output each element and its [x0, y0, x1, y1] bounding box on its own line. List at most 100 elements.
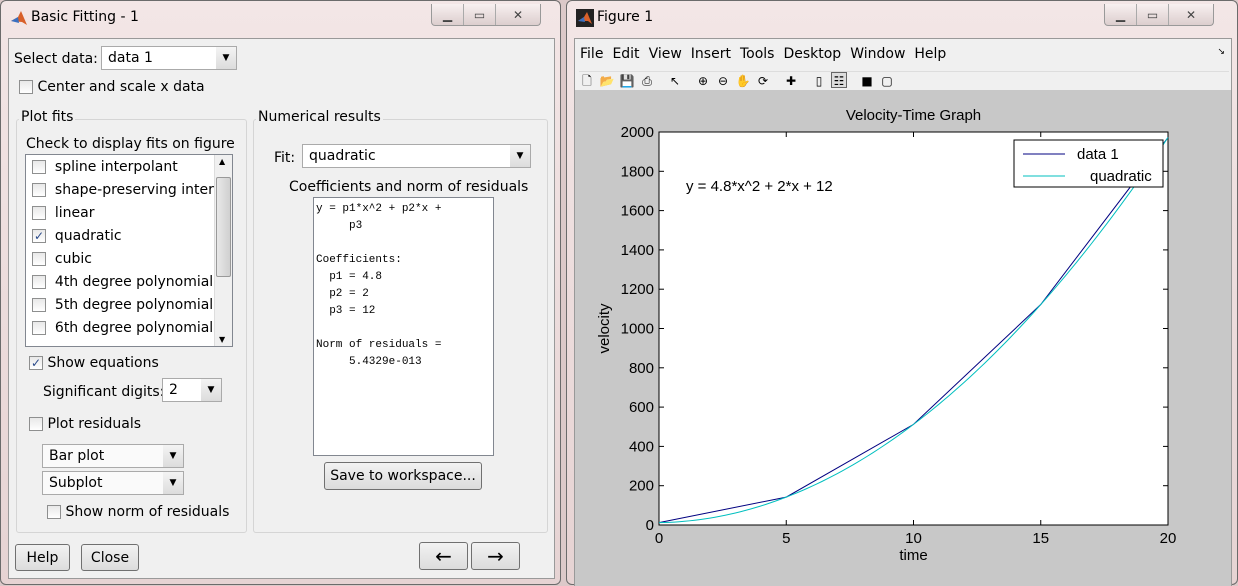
plot-fits-title: Plot fits — [19, 109, 76, 125]
figure-content: File Edit View Insert Tools Desktop Window Help… — [574, 38, 1232, 586]
sig-digits-dropdown[interactable]: 2 ▼ — [162, 378, 222, 402]
show-norm-checkbox[interactable]: Show norm of residuals — [47, 504, 229, 520]
open-folder-icon[interactable]: 📂 — [599, 73, 615, 89]
fit-option-label: spline interpolant — [54, 158, 178, 175]
colorbar-icon[interactable]: ▯ — [811, 73, 827, 89]
pan-hand-icon[interactable]: ✋ — [735, 73, 751, 89]
fit-option-cubic[interactable]: cubic — [26, 247, 232, 270]
legend-icon[interactable]: ☷ — [831, 72, 847, 88]
fit-option-6th-degree-polynomial[interactable]: 6th degree polynomial — [26, 316, 232, 339]
fit-option-label: linear — [54, 204, 95, 221]
fit-option-label: 5th degree polynomial — [54, 296, 214, 313]
checkbox-icon — [32, 159, 46, 174]
fits-instruction: Check to display fits on figure — [26, 136, 235, 152]
checkmark-icon: ✓ — [29, 356, 43, 370]
close-button[interactable]: Close — [81, 544, 139, 571]
rotate-3d-icon[interactable]: ⟳ — [755, 73, 771, 89]
show-plot-tools-icon[interactable]: ▢ — [879, 73, 895, 89]
residual-plot-type-dropdown[interactable]: Bar plot ▼ — [42, 444, 184, 468]
menu-bar: File Edit View Insert Tools Desktop Window Help — [580, 46, 955, 62]
x-tick-label: 10 — [905, 530, 922, 547]
plot-residuals-label: Plot residuals — [47, 416, 142, 432]
scroll-thumb[interactable] — [216, 177, 231, 277]
maximize-button[interactable]: ▭ — [1137, 4, 1169, 25]
back-arrow-button[interactable]: ← — [419, 542, 468, 570]
x-axis-label: time — [899, 547, 927, 564]
close-window-button[interactable]: ✕ — [1169, 4, 1213, 25]
window-controls: ▁ ▭ ✕ — [431, 4, 541, 26]
y-tick-label: 800 — [629, 360, 654, 377]
fit-option-shape-preserving-inter[interactable]: shape-preserving inter... — [26, 178, 232, 201]
menu-desktop[interactable]: Desktop — [783, 46, 841, 62]
x-tick-label: 5 — [782, 530, 790, 547]
show-norm-label: Show norm of residuals — [65, 504, 230, 520]
chevron-down-icon: ▼ — [201, 379, 221, 401]
figure-window: Figure 1 ▁ ▭ ✕ File Edit View Insert Tools Desk… — [566, 0, 1238, 586]
residual-location-value: Subplot — [49, 475, 103, 491]
fit-option-4th-degree-polynomial[interactable]: 4th degree polynomial — [26, 270, 232, 293]
checkbox-icon — [32, 251, 46, 266]
menu-insert[interactable]: Insert — [691, 46, 731, 62]
minimize-button[interactable]: ▁ — [432, 4, 464, 25]
minimize-button[interactable]: ▁ — [1105, 4, 1137, 25]
menu-file[interactable]: File — [580, 46, 603, 62]
menu-edit[interactable]: Edit — [612, 46, 639, 62]
scroll-down-icon[interactable]: ▼ — [219, 335, 225, 344]
menu-window[interactable]: Window — [850, 46, 905, 62]
x-tick-label: 15 — [1032, 530, 1049, 547]
save-to-workspace-button[interactable]: Save to workspace... — [324, 462, 482, 490]
chart: 0 5 10 15 2002004006008001000120014001600180… — [596, 107, 1176, 564]
plot-residuals-checkbox[interactable]: Plot residuals — [29, 416, 141, 432]
fit-option-5th-degree-polynomial[interactable]: 5th degree polynomial — [26, 293, 232, 316]
chevron-down-icon: ▼ — [163, 472, 183, 494]
zoom-in-icon[interactable]: ⊕ — [695, 73, 711, 89]
select-data-label: Select data: — [14, 51, 98, 67]
close-window-button[interactable]: ✕ — [496, 4, 540, 25]
maximize-button[interactable]: ▭ — [464, 4, 496, 25]
x-tick-label: 0 — [655, 530, 663, 547]
center-scale-label: Center and scale x data — [37, 79, 205, 95]
zoom-out-icon[interactable]: ⊖ — [715, 73, 731, 89]
print-icon[interactable]: ⎙ — [639, 73, 655, 89]
y-tick-label: 0 — [646, 517, 654, 534]
fit-option-spline-interpolant[interactable]: spline interpolant — [26, 155, 232, 178]
numerical-results-title: Numerical results — [256, 109, 383, 125]
fits-list[interactable]: spline interpolant shape-preserving inte… — [25, 154, 233, 347]
y-tick-label: 1600 — [621, 203, 654, 220]
window-title: Figure 1 — [597, 9, 654, 25]
window-title: Basic Fitting - 1 — [31, 9, 139, 25]
data-cursor-icon[interactable]: ✚ — [783, 73, 799, 89]
chart-title: Velocity-Time Graph — [846, 107, 981, 124]
checkbox-icon — [32, 274, 46, 289]
forward-arrow-button[interactable]: → — [471, 542, 520, 570]
basic-fitting-window: Basic Fitting - 1 ▁ ▭ ✕ Select data: data … — [0, 0, 561, 585]
fits-list-scrollbar[interactable]: ▲ ▼ — [214, 155, 232, 346]
fit-option-quadratic[interactable]: ✓ quadratic — [26, 224, 232, 247]
select-data-value: data 1 — [108, 50, 153, 66]
help-button[interactable]: Help — [15, 544, 70, 571]
scroll-up-icon[interactable]: ▲ — [219, 157, 225, 166]
hide-plot-tools-icon[interactable]: ■ — [859, 73, 875, 89]
fit-option-label: quadratic — [54, 227, 122, 244]
y-tick-label: 600 — [629, 399, 654, 416]
pointer-icon[interactable]: ↖ — [667, 73, 683, 89]
checkbox-icon — [32, 205, 46, 220]
residual-location-dropdown[interactable]: Subplot ▼ — [42, 471, 184, 495]
legend-label: data 1 — [1077, 146, 1119, 163]
results-textbox[interactable]: y = p1*x^2 + p2*x + p3 Coefficients: p1 … — [313, 197, 494, 456]
select-data-dropdown[interactable]: data 1 ▼ — [101, 46, 237, 70]
show-equations-checkbox[interactable]: ✓ Show equations — [29, 355, 159, 371]
new-file-icon[interactable]: 🗋 — [579, 73, 595, 89]
menu-help[interactable]: Help — [914, 46, 946, 62]
center-scale-checkbox[interactable]: Center and scale x data — [19, 79, 205, 95]
dock-arrow-icon[interactable]: ↘ — [1217, 47, 1225, 57]
menu-view[interactable]: View — [649, 46, 682, 62]
checkbox-icon — [47, 505, 61, 519]
fit-option-linear[interactable]: linear — [26, 201, 232, 224]
fit-dropdown[interactable]: quadratic ▼ — [302, 144, 531, 168]
save-icon[interactable]: 💾 — [619, 73, 635, 89]
y-tick-label: 400 — [629, 438, 654, 455]
checkbox-icon — [32, 182, 46, 197]
menu-tools[interactable]: Tools — [740, 46, 775, 62]
fit-option-label: 4th degree polynomial — [54, 273, 214, 290]
